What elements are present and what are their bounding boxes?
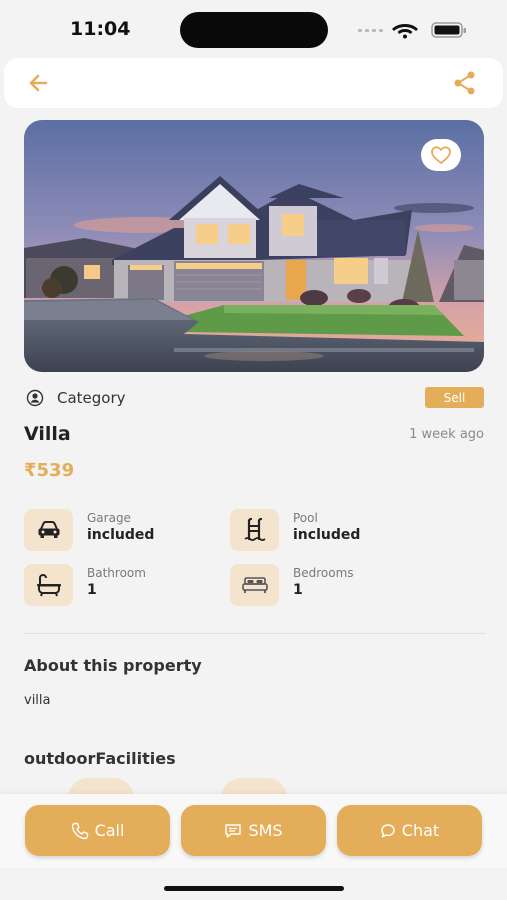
section-divider: [24, 633, 486, 634]
chat-bubble-icon: [381, 823, 395, 837]
favorite-button[interactable]: [421, 139, 461, 171]
heart-icon: [431, 146, 451, 164]
category-user-icon: [26, 389, 44, 407]
feature-label: Garage: [87, 511, 131, 525]
feature-pool: Pool included: [230, 509, 430, 553]
chat-label: Chat: [401, 821, 440, 840]
action-bar: Call SMS Chat: [0, 794, 507, 868]
feature-value: included: [87, 527, 155, 543]
property-price: ₹539: [24, 460, 75, 481]
home-indicator[interactable]: [164, 886, 344, 891]
category-row: Category Sell: [24, 386, 484, 410]
bathtub-icon: [24, 564, 73, 606]
sell-badge: Sell: [425, 387, 484, 408]
house-illustration: [24, 120, 484, 372]
wifi-icon: [392, 24, 418, 39]
feature-bathroom: Bathroom 1: [24, 564, 224, 608]
message-icon: [225, 823, 242, 838]
feature-value: 1: [293, 582, 303, 598]
feature-label: Bedrooms: [293, 566, 354, 580]
status-icons: [358, 22, 466, 39]
outdoor-facilities-heading: outdoorFacilities: [24, 749, 176, 768]
call-label: Call: [94, 821, 125, 840]
status-bar: 11:04: [0, 0, 507, 58]
share-icon[interactable]: [452, 70, 478, 96]
posted-time: 1 week ago: [409, 427, 484, 442]
feature-value: 1: [87, 582, 97, 598]
dynamic-island: [180, 12, 328, 48]
sms-label: SMS: [248, 821, 283, 840]
call-button[interactable]: Call: [25, 805, 170, 856]
property-image: [24, 120, 484, 372]
sms-button[interactable]: SMS: [181, 805, 326, 856]
pool-ladder-icon: [230, 509, 279, 551]
battery-icon: [431, 22, 466, 38]
signal-icon: [358, 29, 383, 32]
feature-garage: Garage included: [24, 509, 224, 553]
about-text: villa: [24, 693, 51, 708]
status-time: 11:04: [70, 18, 131, 40]
category-label: Category: [57, 389, 126, 407]
feature-bedrooms: Bedrooms 1: [230, 564, 430, 608]
car-icon: [24, 509, 73, 551]
about-heading: About this property: [24, 656, 202, 675]
top-bar: [4, 58, 503, 108]
chat-button[interactable]: Chat: [337, 805, 482, 856]
arrow-left-icon[interactable]: [26, 71, 52, 95]
bed-icon: [230, 564, 279, 606]
property-title: Villa: [24, 423, 71, 445]
feature-label: Pool: [293, 511, 318, 525]
feature-value: included: [293, 527, 361, 543]
phone-icon: [71, 822, 88, 839]
feature-label: Bathroom: [87, 566, 146, 580]
